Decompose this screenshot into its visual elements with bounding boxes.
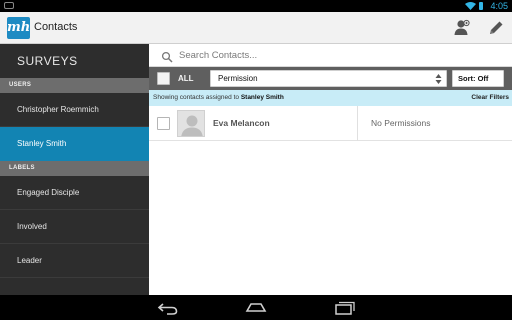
contact-name[interactable]: Eva Melancon	[213, 118, 270, 128]
sidebar-title[interactable]: SURVEYS	[0, 44, 149, 78]
contacts-panel: ALL Permission Sort: Off Showing contact…	[149, 44, 512, 295]
permission-select-value: Permission	[218, 74, 258, 83]
page-title: Contacts	[34, 21, 78, 33]
column-divider	[357, 106, 358, 141]
contact-row[interactable]: Eva Melancon No Permissions	[149, 106, 512, 141]
sidebar-item-involved[interactable]: Involved	[0, 210, 149, 244]
search-icon	[161, 50, 173, 63]
avatar	[177, 110, 205, 137]
app-logo[interactable]: mh	[7, 17, 30, 39]
wifi-icon	[465, 1, 476, 12]
filter-info-user: Stanley Smith	[240, 94, 284, 101]
contact-permission: No Permissions	[371, 118, 431, 128]
select-arrows-icon	[435, 72, 442, 86]
sidebar: SURVEYS USERS Christopher Roemmich Stanl…	[0, 44, 149, 295]
clock-time: 4:05	[490, 1, 508, 11]
section-header-labels: LABELS	[0, 161, 149, 176]
sidebar-item-leader[interactable]: Leader	[0, 244, 149, 278]
sidebar-item-engaged-disciple[interactable]: Engaged Disciple	[0, 176, 149, 210]
filter-bar: ALL Permission Sort: Off	[149, 67, 512, 90]
home-icon[interactable]	[244, 299, 268, 316]
permission-select[interactable]: Permission	[210, 70, 447, 87]
filter-info-bar: Showing contacts assigned to Stanley Smi…	[149, 90, 512, 106]
recent-apps-icon[interactable]	[333, 299, 357, 316]
navigation-bar	[0, 295, 512, 320]
edit-pencil-icon[interactable]	[486, 18, 506, 38]
section-header-users: USERS	[0, 78, 149, 93]
action-bar: mh Contacts	[0, 12, 512, 44]
filter-info-text: Showing contacts assigned to	[153, 94, 239, 101]
sort-button[interactable]: Sort: Off	[452, 70, 504, 87]
contact-checkbox[interactable]	[157, 117, 170, 130]
search-bar	[149, 44, 512, 67]
status-bar: 4:05	[0, 0, 512, 12]
back-icon[interactable]	[156, 299, 180, 316]
clear-filters-button[interactable]: Clear Filters	[471, 90, 509, 106]
add-person-icon[interactable]	[452, 18, 472, 38]
select-all-checkbox[interactable]	[157, 72, 170, 85]
screenshot-notification-icon	[4, 2, 14, 9]
select-all-label[interactable]: ALL	[178, 74, 194, 83]
tablet-screen: 4:05 mh Contacts SURVEYS USERS Christoph…	[0, 0, 512, 320]
battery-icon	[479, 2, 483, 10]
search-input[interactable]	[179, 48, 499, 63]
sidebar-item-stanley-smith[interactable]: Stanley Smith	[0, 127, 149, 161]
sidebar-item-christopher-roemmich[interactable]: Christopher Roemmich	[0, 93, 149, 127]
